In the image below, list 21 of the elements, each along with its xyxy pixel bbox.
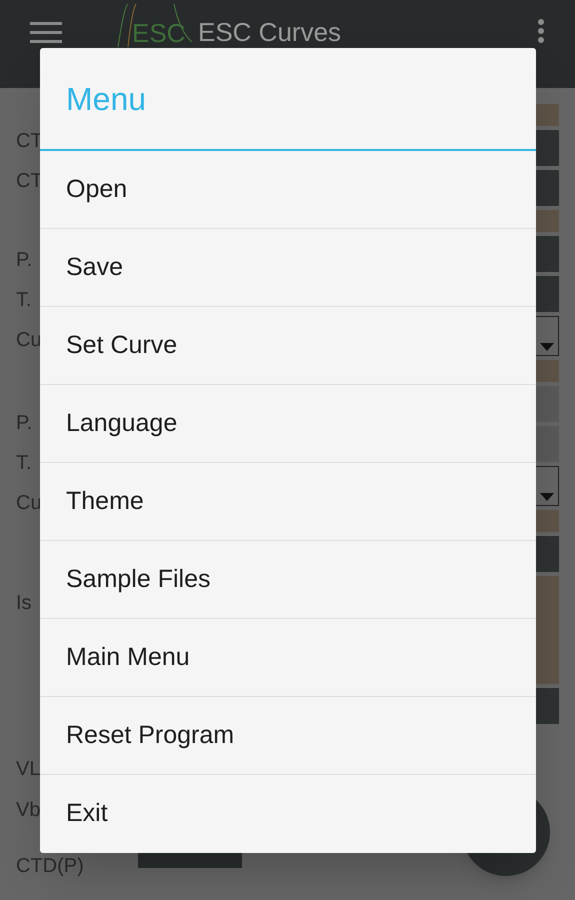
field-label: Is	[16, 591, 33, 616]
menu-item[interactable]: Main Menu	[40, 619, 536, 697]
field-label: CTD(P)	[16, 854, 84, 879]
app-title: ESC Curves	[198, 18, 342, 46]
field-label: CT	[16, 129, 44, 154]
field-label: T.	[16, 288, 33, 313]
menu-item[interactable]: Set Curve	[40, 307, 536, 385]
menu-item[interactable]: Save	[40, 229, 536, 307]
field-label: T.	[16, 451, 33, 476]
menu-item[interactable]: Language	[40, 385, 536, 463]
dropdown-arrow-icon	[540, 343, 554, 351]
dropdown-arrow-icon	[540, 493, 554, 501]
menu-item[interactable]: Exit	[40, 775, 536, 853]
menu-icon[interactable]	[30, 20, 62, 44]
dialog-title: Menu	[66, 80, 146, 118]
more-options-icon[interactable]	[537, 18, 545, 44]
field-label: VL	[16, 757, 42, 782]
menu-item[interactable]: Open	[40, 151, 536, 229]
menu-item[interactable]: Sample Files	[40, 541, 536, 619]
menu-item[interactable]: Reset Program	[40, 697, 536, 775]
menu-item[interactable]: Theme	[40, 463, 536, 541]
